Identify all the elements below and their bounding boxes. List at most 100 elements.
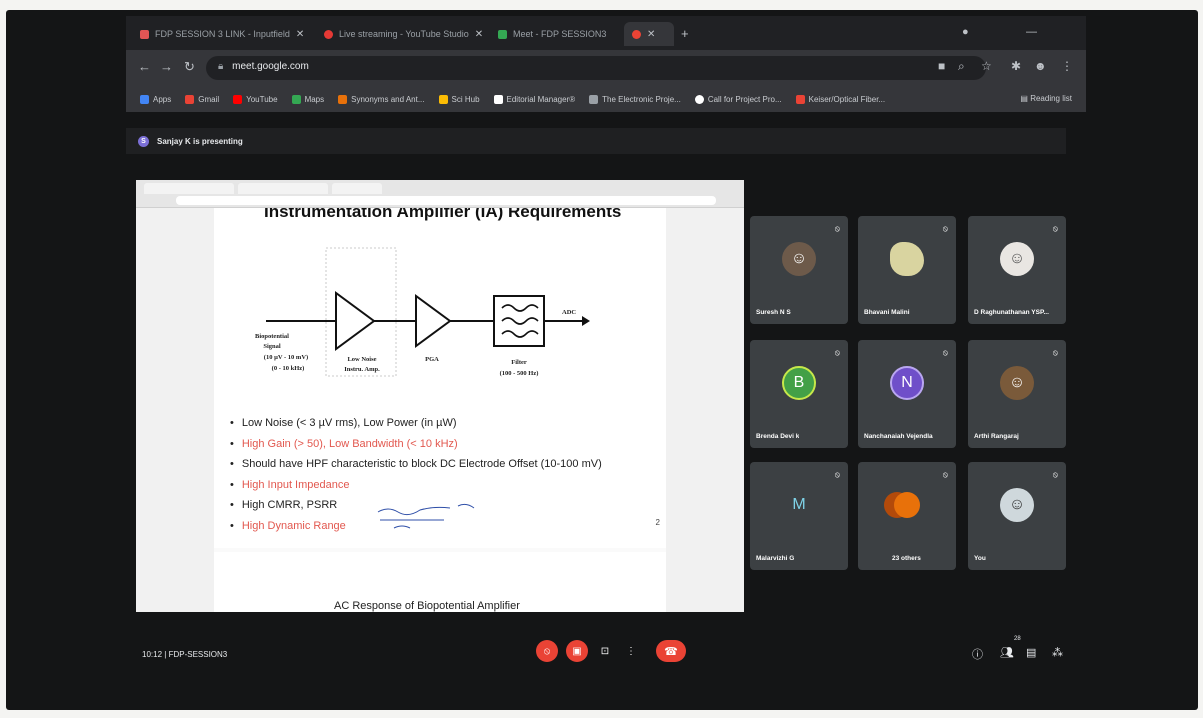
shared-tab	[144, 183, 234, 194]
participant-tile[interactable]: ⦸ Bhavani Malini	[858, 216, 956, 324]
presenter-avatar: S	[138, 135, 149, 147]
mic-toggle-button[interactable]: ⦸	[536, 640, 558, 662]
more-options-button[interactable]: ⋮	[620, 640, 642, 662]
browser-tab-active[interactable]: ✕	[624, 22, 674, 46]
close-icon[interactable]: ✕	[475, 29, 483, 40]
participant-avatar: B	[782, 366, 816, 401]
bookmark-label: Synonyms and Ant...	[351, 94, 425, 104]
mic-off-icon: ⦸	[942, 348, 948, 357]
bookmark-synonyms[interactable]: Synonyms and Ant...	[338, 94, 425, 104]
mic-off-icon: ⦸	[1052, 224, 1058, 233]
adc-label: ADC	[562, 309, 576, 316]
people-count-badge: 28	[1014, 636, 1021, 642]
bookmark-youtube[interactable]: YouTube	[233, 94, 278, 104]
bookmark-gmail[interactable]: Gmail	[185, 94, 219, 104]
youtube-icon	[233, 94, 243, 104]
people-button[interactable]: 👥︎	[1000, 646, 1014, 659]
bookmark-maps[interactable]: Maps	[291, 94, 324, 104]
participant-tile[interactable]: ⦸ N Nanchanaiah Vejendla	[858, 340, 956, 448]
tab-label: FDP SESSION 3 LINK - Inputfield	[155, 29, 290, 39]
extensions-icon[interactable]: ✱	[1011, 59, 1021, 73]
participant-name: Arthi Rangaraj	[974, 433, 1019, 440]
participant-name: Bhavani Malini	[864, 309, 910, 316]
participant-tile[interactable]: ⦸ ☺ Suresh N S	[750, 216, 848, 324]
leave-call-button[interactable]: ☎︎	[656, 640, 686, 662]
mic-off-icon: ⦸	[834, 470, 840, 479]
bookmark-apps[interactable]: Apps	[140, 94, 172, 104]
shared-browser-chrome	[136, 180, 744, 208]
bookmark-call-for-project[interactable]: Call for Project Pro...	[694, 94, 782, 104]
bookmark-label: Apps	[153, 94, 172, 104]
profile-circle-icon[interactable]: ●	[962, 26, 969, 38]
mic-off-icon: ⦸	[942, 470, 948, 479]
lock-icon: 🔒︎	[218, 61, 224, 72]
pga-label: PGA	[425, 356, 439, 363]
tab-label: Meet - FDP SESSION3	[513, 29, 607, 39]
participant-tile-self[interactable]: ⦸ ☺ You	[968, 462, 1066, 570]
bookmark-label: Sci Hub	[451, 94, 480, 104]
participant-photo	[890, 242, 924, 277]
participant-photo: ☺	[1000, 242, 1034, 277]
participant-name: Suresh N S	[756, 309, 791, 316]
slide-title: Instrumentation Amplifier (IA) Requireme…	[264, 208, 622, 221]
participant-tile[interactable]: ⦸ M Malarvizhi G	[750, 462, 848, 570]
participant-photo: ☺	[1000, 488, 1034, 523]
chat-icon: ▤	[1026, 647, 1037, 659]
search-icon[interactable]: ⌕	[958, 59, 965, 74]
participant-tile[interactable]: ⦸ ☺ D Raghunathanan YSP...	[968, 216, 1066, 324]
back-arrow-icon[interactable]: ←	[138, 59, 151, 74]
mic-off-icon: ⦸	[942, 224, 948, 233]
browser-tab-youtube-studio[interactable]: Live streaming - YouTube Studio ✕	[316, 22, 491, 46]
present-now-button[interactable]: ⊡	[594, 640, 616, 662]
bookmarks-bar: Apps Gmail YouTube Maps Synonyms and Ant…	[126, 86, 1086, 112]
forward-arrow-icon[interactable]: →	[160, 59, 173, 74]
participant-name: D Raghunathanan YSP...	[974, 309, 1049, 316]
slide-page: Instrumentation Amplifier (IA) Requireme…	[214, 208, 666, 548]
minimize-icon[interactable]: —	[1026, 26, 1037, 38]
camera-icon[interactable]: ■	[938, 59, 945, 73]
mic-off-icon: ⦸	[543, 645, 551, 657]
chat-button[interactable]: ▤	[1026, 646, 1036, 659]
mic-off-icon: ⦸	[1052, 470, 1058, 479]
bookmark-electronic-projects[interactable]: The Electronic Proje...	[589, 94, 681, 104]
bookmark-favicon-icon	[589, 94, 599, 104]
participant-tile-others[interactable]: ⦸ 23 others	[858, 462, 956, 570]
bookmark-favicon-icon	[438, 94, 448, 104]
participant-avatar: M	[792, 496, 806, 514]
participant-photo: ☺	[1000, 366, 1034, 401]
avatar-icon[interactable]: ☻	[1034, 59, 1047, 73]
new-tab-button[interactable]: +	[681, 26, 689, 41]
reading-list-button[interactable]: ▤ Reading list	[1020, 94, 1072, 103]
mic-off-icon: ⦸	[1052, 348, 1058, 357]
participant-name: 23 others	[892, 555, 921, 562]
output-arrowhead	[582, 316, 590, 326]
participant-tile[interactable]: ⦸ ☺ Arthi Rangaraj	[968, 340, 1066, 448]
meet-icon	[498, 29, 507, 39]
bookmark-scihub[interactable]: Sci Hub	[438, 94, 480, 104]
activities-button[interactable]: ⁂	[1052, 646, 1063, 659]
address-bar[interactable]: 🔒︎ meet.google.com	[206, 56, 986, 80]
reload-icon[interactable]: ↻	[184, 59, 195, 75]
close-icon[interactable]: ✕	[647, 29, 655, 40]
close-icon[interactable]: ✕	[296, 29, 304, 40]
participant-name: Malarvizhi G	[756, 555, 795, 562]
bookmark-favicon-icon	[338, 94, 348, 104]
camera-toggle-button[interactable]: ▣	[566, 640, 588, 662]
bullet-high-gain: High Gain (> 50), Low Bandwidth (< 10 kH…	[230, 434, 660, 455]
browser-tab-strip: FDP SESSION 3 LINK - Inputfield ✕ Live s…	[126, 16, 1086, 50]
meeting-details-button[interactable]: ⓘ	[972, 646, 983, 662]
input-label-line3: (10 µV - 10 mV)	[264, 354, 308, 361]
lna-label-line2: Instru. Amp.	[344, 366, 380, 373]
browser-tab-fdp[interactable]: FDP SESSION 3 LINK - Inputfield ✕	[132, 22, 312, 46]
bookmark-keiser[interactable]: Keiser/Optical Fiber...	[795, 94, 885, 104]
input-label-line4: (0 - 10 kHz)	[272, 365, 305, 372]
browser-tab-meet[interactable]: Meet - FDP SESSION3	[490, 22, 614, 46]
bookmark-editorial-manager[interactable]: Editorial Manager®	[493, 94, 575, 104]
lna-label-line1: Low Noise	[347, 356, 376, 363]
participant-photo: ☺	[782, 242, 816, 277]
participant-tile[interactable]: ⦸ B Brenda Devi k	[750, 340, 848, 448]
star-icon[interactable]: ☆	[981, 59, 992, 73]
shared-tab	[332, 183, 382, 194]
menu-dots-icon[interactable]: ⋮	[1061, 59, 1073, 73]
input-label-line2: Signal	[263, 343, 281, 350]
